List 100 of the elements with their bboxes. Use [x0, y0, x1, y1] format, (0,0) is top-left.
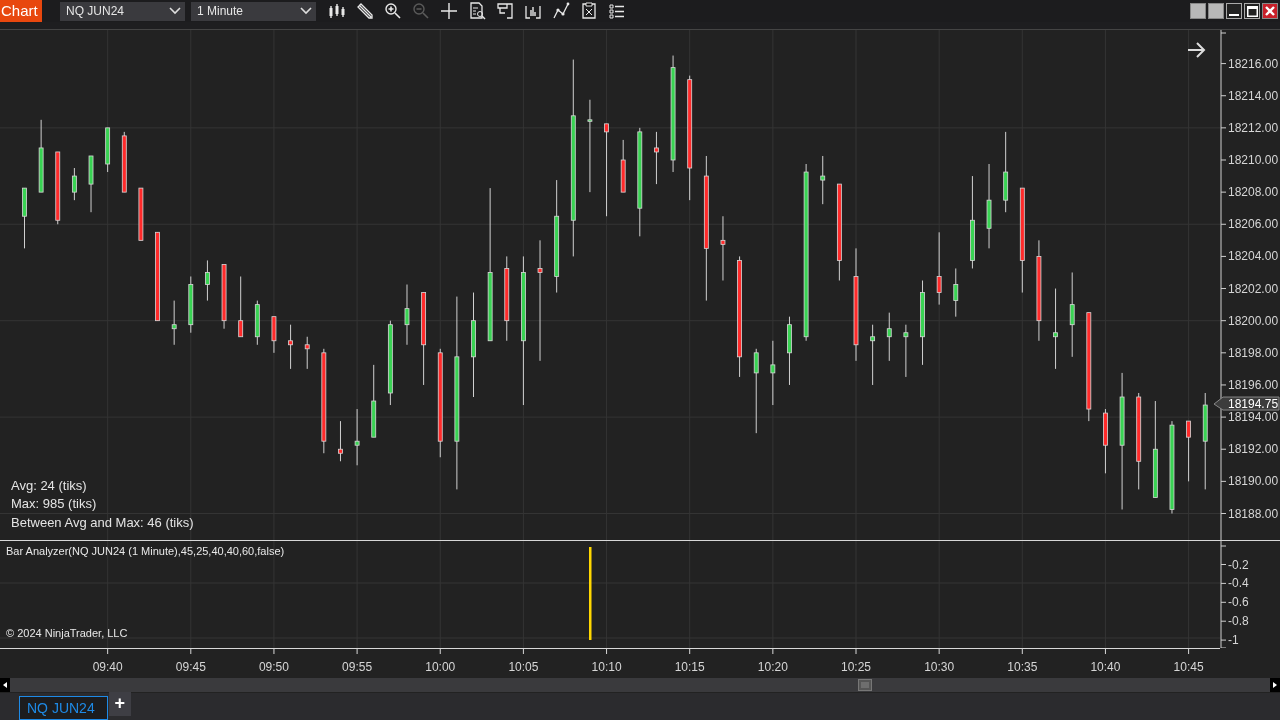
time-label: 10:35 [1007, 660, 1038, 674]
time-label: 10:10 [591, 660, 622, 674]
pencil-icon[interactable] [356, 2, 374, 20]
candlestick [720, 215, 726, 281]
candlestick [404, 284, 410, 346]
candlestick-icon[interactable] [328, 2, 346, 20]
candlestick [770, 340, 776, 406]
add-tab-button[interactable]: + [108, 692, 131, 716]
instrument-dropdown[interactable]: NQ JUN24 [60, 1, 185, 21]
candlestick [820, 155, 826, 205]
price-label: 18204.00 [1228, 249, 1279, 264]
candlestick [22, 187, 27, 249]
scroll-thumb[interactable] [858, 679, 872, 691]
candlestick [121, 131, 127, 193]
candlestick [338, 420, 343, 462]
list-icon[interactable] [608, 2, 626, 20]
statistic-text: Between Avg and Max: 46 (tiks) [11, 513, 194, 532]
indicator-axis-label: -0.2 [1228, 557, 1249, 572]
statistic-text: Avg: 24 (tiks) [11, 476, 88, 495]
candlestick [205, 259, 210, 302]
candlestick [238, 276, 244, 338]
candlestick [1186, 420, 1191, 482]
time-label: 10:40 [1090, 660, 1121, 674]
price-label: 18196.00 [1228, 377, 1279, 392]
time-label: 09:45 [175, 660, 206, 674]
close-icon [1265, 6, 1275, 16]
minimize-button[interactable] [1226, 3, 1242, 19]
minimize-icon [1229, 14, 1239, 16]
arrow-right-icon[interactable] [1187, 42, 1206, 58]
candlestick [254, 300, 260, 346]
close-button[interactable] [1262, 3, 1278, 19]
time-label: 09:55 [342, 660, 373, 674]
time-label: 09:50 [258, 660, 289, 674]
time-label: 10:20 [757, 660, 788, 674]
price-label: 18194.00 [1228, 410, 1279, 425]
price-label: 18214.00 [1228, 88, 1279, 103]
statistic-text: Max: 985 (tiks) [11, 495, 98, 513]
time-label: 10:25 [841, 660, 871, 674]
maximize-button[interactable] [1244, 3, 1260, 19]
zoom-in-icon[interactable] [384, 2, 402, 20]
indicator-axis-label: -0.6 [1228, 595, 1249, 610]
scroll-left-button[interactable] [0, 678, 10, 692]
candlestick [138, 187, 144, 241]
candlestick [903, 324, 909, 378]
price-label: 18210.00 [1228, 153, 1279, 167]
maximize-icon [1246, 6, 1258, 17]
candlestick [870, 324, 876, 386]
time-label: 10:30 [924, 660, 955, 674]
price-label: 18192.00 [1228, 442, 1279, 457]
price-label: 18216.00 [1228, 56, 1279, 71]
candlestick [105, 127, 111, 173]
left-arrow-icon [3, 682, 7, 688]
candlestick [271, 316, 277, 354]
price-label: 18208.00 [1228, 185, 1279, 200]
price-label: 18202.00 [1228, 281, 1279, 296]
time-label: 10:05 [508, 660, 539, 674]
price-label: 18188.00 [1228, 506, 1279, 521]
candlestick [88, 155, 94, 213]
document-icon[interactable] [580, 2, 598, 20]
copyright-text: © 2024 NinjaTrader, LLC [6, 627, 128, 639]
candlestick [787, 316, 792, 386]
line-chart-icon[interactable] [552, 2, 570, 20]
price-label: 18206.00 [1228, 217, 1279, 232]
candlestick [221, 263, 227, 330]
candlestick [288, 324, 293, 370]
document-search-icon[interactable] [468, 2, 486, 20]
right-arrow-icon [1273, 682, 1277, 688]
price-label: 18190.00 [1228, 474, 1279, 489]
indicator-axis-label: -0.8 [1228, 614, 1249, 629]
candlestick [188, 276, 194, 334]
candlestick [354, 408, 360, 466]
candlestick [1103, 408, 1108, 474]
scroll-right-button[interactable] [1270, 678, 1280, 692]
candlestick [654, 131, 659, 185]
candlestick [72, 167, 77, 201]
app-title: Chart [0, 0, 42, 22]
indicator-axis-label: -0.4 [1228, 576, 1249, 591]
caret-icon [300, 7, 312, 15]
candlestick [304, 336, 310, 370]
panel-icon[interactable] [496, 2, 514, 20]
candlestick [171, 300, 177, 346]
grip-icon [861, 681, 869, 689]
candlestick [953, 267, 959, 318]
chart-tab[interactable]: NQ JUN24 [19, 696, 108, 720]
indicator-axis-label: -1 [1228, 633, 1239, 648]
time-label: 10:45 [1173, 660, 1204, 674]
price-label: 18200.00 [1228, 313, 1279, 328]
time-label: 10:15 [674, 660, 705, 674]
time-label: 09:40 [92, 660, 123, 674]
candlestick [620, 139, 626, 193]
scrollbar[interactable] [0, 678, 1280, 692]
crosshair-icon[interactable] [440, 2, 458, 20]
indicator-label: Bar Analyzer(NQ JUN24 (1 Minute),45,25,40,40,60,false) [6, 545, 285, 557]
time-label: 10:00 [425, 660, 456, 674]
interval-dropdown[interactable]: 1 Minute [191, 1, 316, 21]
last-price-label: 18194.75 [1213, 396, 1280, 412]
caret-icon [169, 7, 181, 15]
candlestick [886, 312, 892, 362]
price-label: 18212.00 [1228, 120, 1279, 135]
price-label: 18198.00 [1228, 345, 1279, 360]
